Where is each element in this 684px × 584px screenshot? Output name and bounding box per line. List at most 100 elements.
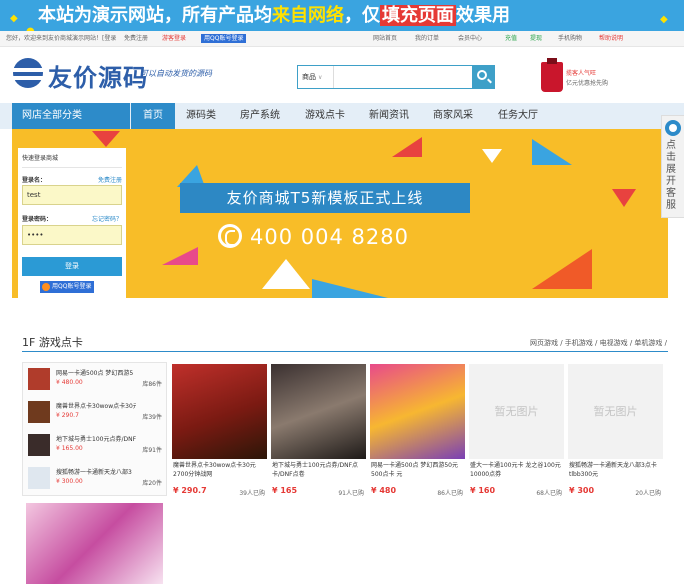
section-category-links[interactable]: 网页游戏 / 手机游戏 / 电视游戏 / 单机游戏 / [530,338,667,348]
product-name[interactable]: 网易一卡通500点 梦幻西游50元500点卡 元 [371,461,464,481]
product-card[interactable]: 网易一卡通500点 梦幻西游50元500点卡 元 ¥ 480 86人已购 [370,364,465,499]
product-card[interactable]: 地下城与勇士100元点券/DNF点卡/DNF点卷 ¥ 165 91人已购 [271,364,366,499]
nav-item-news[interactable]: 新闻资讯 [369,103,409,129]
product-card[interactable]: 暂无图片 盛大一卡通100元卡 龙之谷100元10000点券 ¥ 160 68人… [469,364,564,499]
logo-icon[interactable] [11,58,45,88]
product-image[interactable] [26,503,163,584]
product-image[interactable] [172,364,267,459]
topbar-link-recharge[interactable]: 充值 [505,31,517,47]
site-logo[interactable]: 友价源码 [48,58,148,93]
list-item[interactable]: 地下城与勇士100元点券/DNF ¥ 165.00 库91件 [28,434,164,460]
star-icon: ◆ [10,13,18,24]
hotline-number: 400 004 8280 [250,225,409,249]
product-name[interactable]: 地下城与勇士100元点券/DNF点卡/DNF点卷 [272,461,365,481]
search-icon [477,70,487,80]
product-image-placeholder[interactable]: 暂无图片 [469,364,564,459]
product-price: ¥ 160 [470,486,496,495]
customer-service-tab[interactable]: 点击展开客服 [661,115,684,218]
product-name[interactable]: 搜狐畅游一卡通新天龙八部3 [56,467,136,476]
nav-item-game-cards[interactable]: 游戏点卡 [305,103,345,129]
banner-text-1: 本站为演示网站，所有产品均 [38,5,272,26]
product-image[interactable] [271,364,366,459]
qq-login-link[interactable]: 用QQ账号登录 [201,34,247,43]
login-button[interactable]: 登录 [22,257,122,276]
ad-subline[interactable]: 亿元优惠抢先购 [566,78,608,87]
ad-headline[interactable]: 揽客人气旺 [566,68,596,77]
register-link[interactable]: 免费注册 [98,175,122,184]
product-sold-count: 86人已购 [437,490,463,497]
product-image[interactable] [370,364,465,459]
all-categories-button[interactable]: 网店全部分类 [12,103,130,129]
product-thumbnail[interactable] [28,467,50,489]
qq-login-button[interactable]: 用QQ账号登录 [40,281,95,293]
demo-notice-banner: ◆ ● ◆ 本站为演示网站，所有产品均来自网络，仅填充页面效果用 [0,0,684,31]
nav-item-merchants[interactable]: 商家风采 [433,103,473,129]
forgot-password-link[interactable]: 忘记密码？ [92,214,122,223]
banner-highlight-2: 填充页面 [380,5,456,26]
product-name[interactable]: 魔兽世界点卡30wow点卡30元 [56,401,136,410]
topbar-link-home[interactable]: 网站首页 [373,31,397,47]
register-link[interactable]: 免费注册 [124,31,148,47]
product-sold-count: 91人已购 [338,490,364,497]
topbar-link-help[interactable]: 帮助说明 [599,31,623,47]
nav-item-tasks[interactable]: 任务大厅 [498,103,538,129]
product-name[interactable]: 搜狐畅游一卡通新天龙八部3点卡tlbb300元 [569,461,662,481]
list-item[interactable]: 网易一卡通500点 梦幻西游5 ¥ 480.00 库86件 [28,368,164,394]
product-stock: 库39件 [142,414,162,421]
topbar-link-mobile[interactable]: 手机购物 [558,31,582,47]
nav-item-real-estate[interactable]: 房产系统 [240,103,280,129]
product-name[interactable]: 地下城与勇士100元点券/DNF [56,434,136,443]
topbar-link-withdraw[interactable]: 提现 [530,31,542,47]
search-category-select[interactable]: 商品 ∨ [298,66,334,88]
product-sold-count: 39人已购 [239,490,265,497]
search-category-label: 商品 [302,73,316,81]
product-name[interactable]: 盛大一卡通100元卡 龙之谷100元10000点券 [470,461,563,481]
product-name[interactable]: 魔兽世界点卡30wow点卡30元2700分钟战网 [173,461,266,481]
hero-hotline: 400 004 8280 [218,224,409,250]
product-price: ¥ 290.7 [56,412,79,419]
quick-login-panel: 快速登录商城 登录名： 免费注册 test 登录密码： 忘记密码？ •••• 登… [18,148,126,298]
product-price: ¥ 300.00 [56,478,83,485]
password-label: 登录密码： [22,216,53,223]
login-title: 快速登录商城 [22,155,59,162]
page: ◆ ● ◆ 本站为演示网站，所有产品均来自网络，仅填充页面效果用 您好，欢迎来到… [0,0,684,584]
product-sold-count: 20人已购 [635,490,661,497]
product-stock: 库86件 [142,381,162,388]
nav-item-home[interactable]: 首页 [131,103,175,129]
username-input[interactable]: test [22,185,122,205]
customer-service-label: 点击展开客服 [666,140,676,211]
list-item[interactable]: 魔兽世界点卡30wow点卡30元 ¥ 290.7 库39件 [28,401,164,427]
product-price: ¥ 165 [272,486,298,495]
guest-login-link[interactable]: 游客登录 [162,31,186,47]
product-stock: 库91件 [142,447,162,454]
section-title: 1F 游戏点卡 [22,336,83,349]
product-name[interactable]: 网易一卡通500点 梦幻西游5 [56,368,136,377]
product-stock: 库20件 [142,480,162,487]
topbar-link-member[interactable]: 会员中心 [458,31,482,47]
product-thumbnail[interactable] [28,368,50,390]
product-image-placeholder[interactable]: 暂无图片 [568,364,663,459]
product-card[interactable]: 魔兽世界点卡30wow点卡30元2700分钟战网 ¥ 290.7 39人已购 [172,364,267,499]
list-item[interactable]: 搜狐畅游一卡通新天龙八部3 ¥ 300.00 库20件 [28,467,164,493]
decor-triangle [532,249,592,289]
search-button[interactable] [472,66,494,88]
topbar-link-orders[interactable]: 我的订单 [415,31,439,47]
password-input[interactable]: •••• [22,225,122,245]
top-links-bar: 您好，欢迎来到友价商城演示网站！[登录 免费注册 游客登录 用QQ账号登录 网站… [0,31,684,47]
chat-icon [665,120,681,136]
nav-item-source-code[interactable]: 源码类 [186,103,216,129]
banner-text-2: ，仅 [344,5,380,26]
product-thumbnail[interactable] [28,434,50,456]
product-list: 网易一卡通500点 梦幻西游5 ¥ 480.00 库86件 魔兽世界点卡30wo… [22,362,167,496]
product-card[interactable]: 暂无图片 搜狐畅游一卡通新天龙八部3点卡tlbb300元 ¥ 300 20人已购 [568,364,663,499]
section-divider [22,351,668,352]
cosmetics-ad-icon[interactable] [541,58,563,92]
product-price: ¥ 290.7 [173,486,207,495]
product-thumbnail[interactable] [28,401,50,423]
site-slogan: 可以自动发货的源码 [140,69,212,78]
welcome-text: 您好，欢迎来到友价商城演示网站！[登录 [6,35,117,42]
star-icon: ● [26,16,35,31]
decor-triangle [162,247,198,265]
product-price: ¥ 480 [371,486,397,495]
username-label: 登录名： [22,177,47,184]
